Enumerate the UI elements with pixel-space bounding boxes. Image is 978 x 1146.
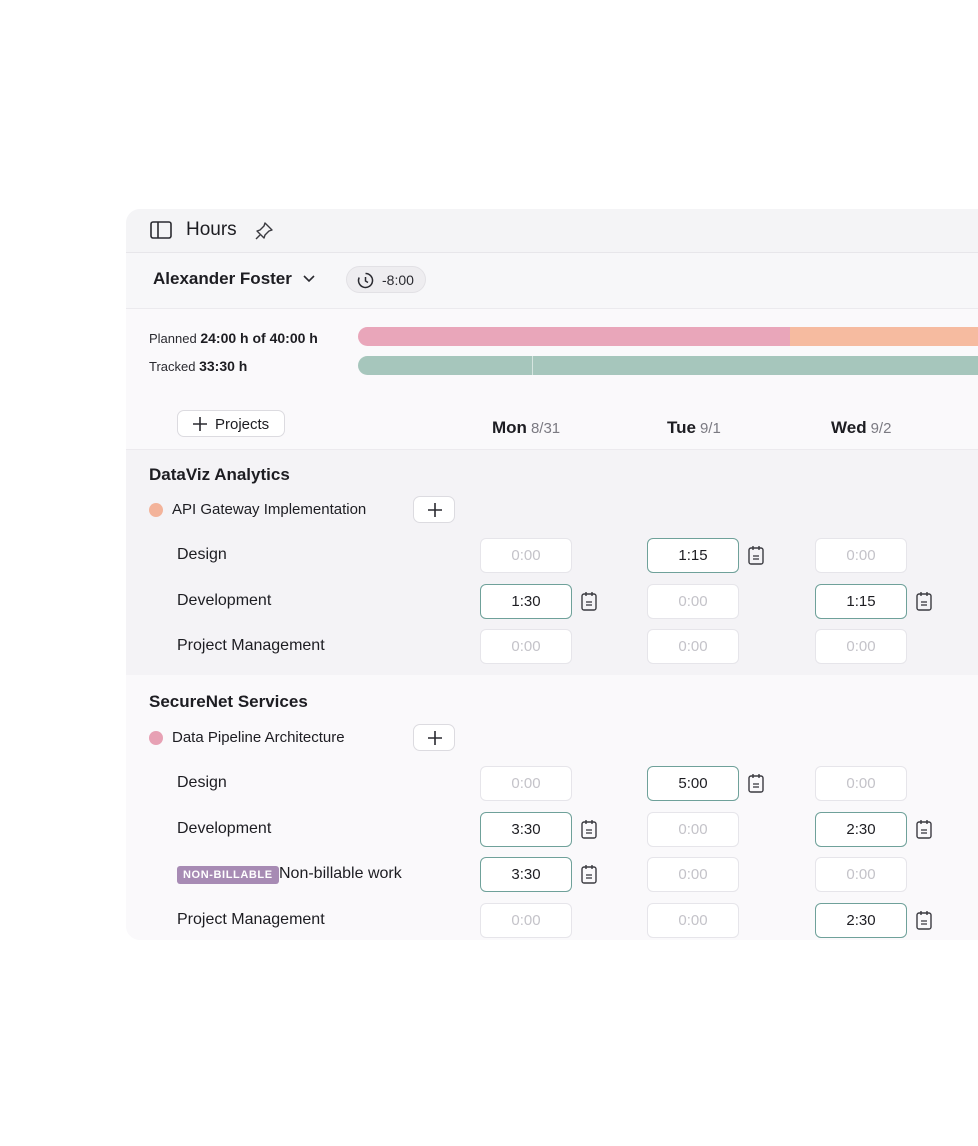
day-header-mon: Mon 8/31 bbox=[492, 418, 561, 437]
tracked-progress-bar bbox=[358, 356, 978, 375]
day-header-wed: Wed 9/2 bbox=[831, 418, 892, 437]
note-icon[interactable] bbox=[915, 819, 933, 839]
note-icon[interactable] bbox=[580, 591, 598, 611]
hours-input[interactable]: 0:00 bbox=[480, 629, 572, 664]
plus-icon bbox=[428, 503, 442, 517]
project-color-dot bbox=[149, 731, 163, 745]
add-projects-button[interactable]: Projects bbox=[177, 410, 285, 437]
hours-input[interactable]: 0:00 bbox=[647, 629, 739, 664]
task-name: Project Management bbox=[177, 911, 325, 928]
note-icon[interactable] bbox=[747, 773, 765, 793]
hours-panel: Hours Alexander Foster -8:00 Planned 24:… bbox=[126, 209, 978, 940]
tracked-divider bbox=[532, 356, 533, 375]
timer-value: -8:00 bbox=[382, 272, 414, 288]
hours-input[interactable]: 0:00 bbox=[480, 903, 572, 938]
hours-input[interactable]: 0:00 bbox=[480, 766, 572, 801]
hours-input[interactable]: 0:00 bbox=[815, 766, 907, 801]
timer-chip[interactable]: -8:00 bbox=[346, 266, 426, 293]
hours-input[interactable]: 0:00 bbox=[480, 538, 572, 573]
timer-icon bbox=[357, 272, 374, 289]
add-task-button[interactable] bbox=[413, 724, 455, 751]
planned-value: 24:00 h of 40:00 h bbox=[200, 330, 318, 346]
chevron-down-icon[interactable] bbox=[302, 274, 316, 284]
tracked-fill bbox=[358, 356, 978, 375]
planned-summary: Planned 24:00 h of 40:00 h bbox=[149, 330, 318, 346]
plus-icon bbox=[428, 731, 442, 745]
projects-label: Projects bbox=[215, 416, 270, 433]
task-name: Development bbox=[177, 592, 272, 609]
task-name: Development bbox=[177, 820, 272, 837]
sidebar-toggle-icon[interactable] bbox=[150, 221, 172, 239]
plus-icon bbox=[193, 417, 207, 431]
hours-input[interactable]: 0:00 bbox=[815, 857, 907, 892]
project-name: Data Pipeline Architecture bbox=[172, 729, 345, 746]
tracked-value: 33:30 h bbox=[199, 358, 248, 374]
day-header-tue: Tue 9/1 bbox=[667, 418, 721, 437]
hours-input[interactable]: 0:00 bbox=[647, 857, 739, 892]
hours-input[interactable]: 0:00 bbox=[815, 629, 907, 664]
hours-input[interactable]: 0:00 bbox=[647, 903, 739, 938]
planned-progress-bar bbox=[358, 327, 978, 346]
task-name: Design bbox=[177, 774, 227, 791]
task-name: Design bbox=[177, 546, 227, 563]
note-icon[interactable] bbox=[580, 819, 598, 839]
client-name: DataViz Analytics bbox=[149, 465, 290, 484]
client-group-securenet bbox=[126, 675, 978, 940]
planned-label: Planned bbox=[149, 331, 197, 346]
hours-input[interactable]: 2:30 bbox=[815, 812, 907, 847]
hours-input[interactable]: 5:00 bbox=[647, 766, 739, 801]
pin-icon[interactable] bbox=[254, 221, 274, 241]
hours-input[interactable]: 0:00 bbox=[815, 538, 907, 573]
planned-remaining bbox=[790, 327, 978, 346]
task-name: Non-billable work bbox=[279, 865, 402, 882]
task-name: Project Management bbox=[177, 637, 325, 654]
note-icon[interactable] bbox=[915, 910, 933, 930]
non-billable-badge: NON-BILLABLE bbox=[177, 866, 279, 884]
note-icon[interactable] bbox=[747, 545, 765, 565]
note-icon[interactable] bbox=[915, 591, 933, 611]
add-task-button[interactable] bbox=[413, 496, 455, 523]
hours-input[interactable]: 0:00 bbox=[647, 584, 739, 619]
project-name: API Gateway Implementation bbox=[172, 501, 367, 518]
tracked-label: Tracked bbox=[149, 359, 196, 374]
note-icon[interactable] bbox=[580, 864, 598, 884]
page-title: Hours bbox=[186, 219, 237, 240]
hours-input[interactable]: 3:30 bbox=[480, 857, 572, 892]
project-color-dot bbox=[149, 503, 163, 517]
hours-input[interactable]: 1:15 bbox=[647, 538, 739, 573]
hours-input[interactable]: 1:15 bbox=[815, 584, 907, 619]
hours-input[interactable]: 3:30 bbox=[480, 812, 572, 847]
hours-input[interactable]: 1:30 bbox=[480, 584, 572, 619]
hours-input[interactable]: 2:30 bbox=[815, 903, 907, 938]
tracked-summary: Tracked 33:30 h bbox=[149, 358, 247, 374]
client-name: SecureNet Services bbox=[149, 692, 308, 711]
hours-input[interactable]: 0:00 bbox=[647, 812, 739, 847]
planned-fill bbox=[358, 327, 790, 346]
user-name[interactable]: Alexander Foster bbox=[153, 269, 292, 289]
